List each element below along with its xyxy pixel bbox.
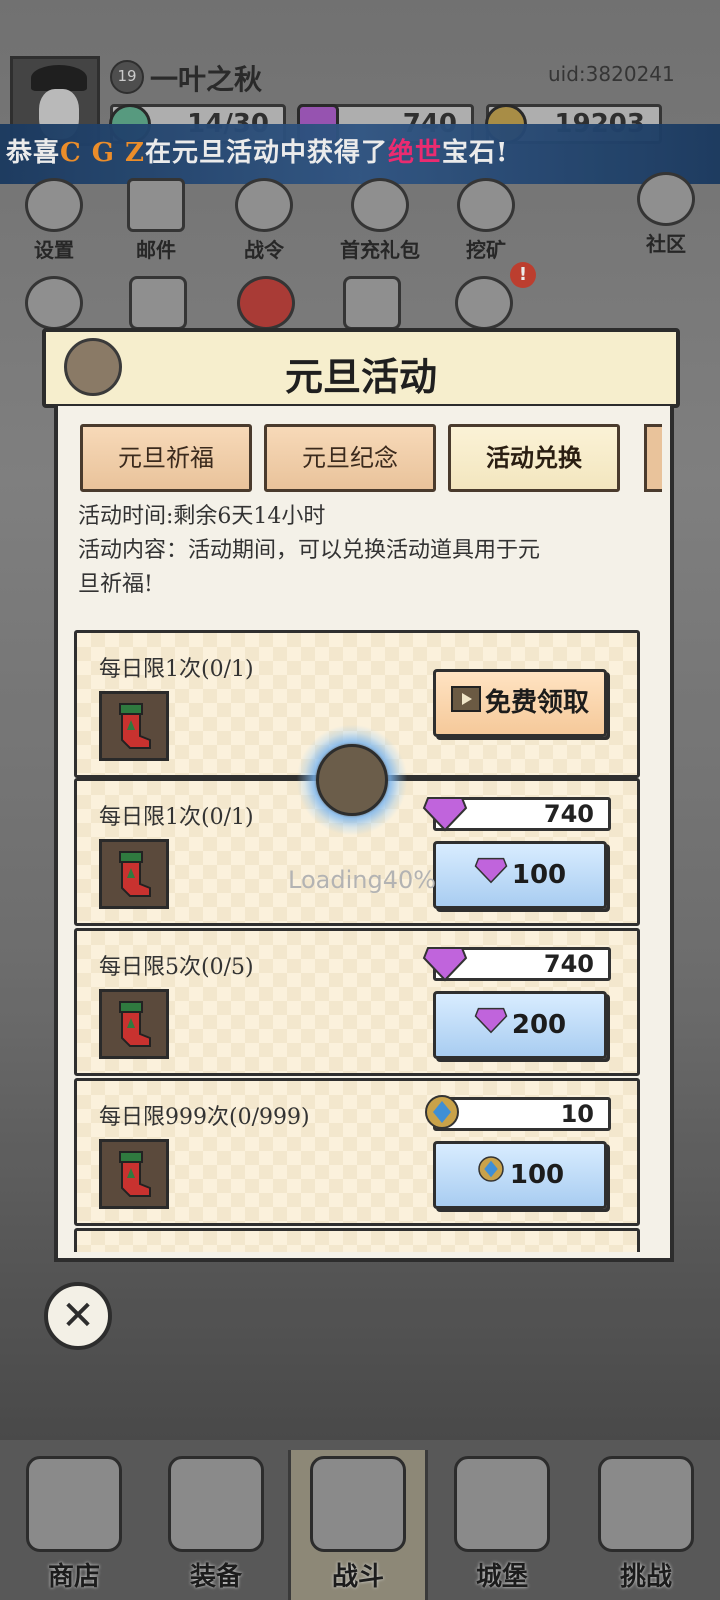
exchange-cost: 100 [509, 1160, 565, 1190]
gem-icon [422, 947, 468, 982]
blue-coin-icon [476, 1145, 506, 1207]
owned-coins-value: 10 [560, 1100, 594, 1128]
stocking-icon [119, 851, 151, 897]
event-content-line1: 活动内容：活动期间，可以兑换活动道具用于元 [78, 538, 541, 563]
stocking-item[interactable] [99, 989, 169, 1059]
tab-new-year-blessing[interactable]: 元旦祈福 [80, 424, 252, 492]
nav-battle[interactable]: 战斗 [288, 1450, 428, 1600]
stocking-icon [119, 1001, 151, 1047]
shield-icon [598, 1456, 694, 1552]
exchange-button[interactable]: 100 [433, 1141, 607, 1209]
nav-challenge[interactable]: 挑战 [576, 1450, 716, 1600]
castle-icon [454, 1456, 550, 1552]
nav-castle-label: 城堡 [475, 1562, 528, 1592]
eye-emblem-icon [316, 744, 388, 816]
backpack-icon [168, 1456, 264, 1552]
dialog-title: 元旦活动 [284, 354, 437, 399]
stocking-item[interactable] [99, 691, 169, 761]
video-icon [450, 673, 481, 735]
loading-text: Loading40% [288, 866, 437, 894]
exchange-limit: 每日限1次(0/1) [99, 657, 254, 682]
event-content-line2: 旦祈福! [78, 572, 153, 597]
tab-new-year-memorial[interactable]: 元旦纪念 [264, 424, 436, 492]
exchange-list[interactable]: 每日限1次(0/1) 免费领取 每日限1次(0/1) 740 100 每日限5次… [72, 626, 644, 1252]
gem-icon [422, 797, 468, 832]
close-button[interactable]: ✕ [44, 1282, 112, 1350]
gem-icon [474, 845, 508, 907]
nav-battle-label: 战斗 [331, 1562, 384, 1592]
exchange-limit: 每日限1次(0/1) [99, 805, 254, 830]
owned-gems: 740 [422, 947, 611, 982]
nav-equipment-label: 装备 [189, 1562, 242, 1592]
loading-spinner [296, 724, 408, 836]
gem-icon [474, 995, 508, 1057]
exchange-card-partial [74, 1228, 640, 1252]
exchange-cost: 200 [511, 1010, 567, 1040]
owned-gems-value: 740 [543, 800, 594, 828]
exchange-card: 每日限999次(0/999) 10 100 [74, 1078, 640, 1226]
blue-coin-icon [425, 1095, 459, 1129]
stocking-icon [119, 1151, 151, 1197]
stocking-item[interactable] [99, 1139, 169, 1209]
crossed-swords-icon [310, 1456, 406, 1552]
exchange-limit: 每日限5次(0/5) [99, 955, 254, 980]
owned-coins: 10 [425, 1095, 611, 1131]
dialog-title-bar: 元旦活动 [42, 328, 680, 408]
nav-shop-label: 商店 [47, 1562, 100, 1592]
stocking-icon [119, 703, 151, 749]
nav-castle[interactable]: 城堡 [432, 1450, 572, 1600]
close-icon: ✕ [61, 1293, 95, 1339]
tab-next-peek[interactable] [644, 424, 662, 492]
stocking-item[interactable] [99, 839, 169, 909]
exchange-button[interactable]: 100 [433, 841, 607, 909]
free-claim-label: 免费领取 [484, 688, 589, 718]
exchange-card: 每日限5次(0/5) 740 200 [74, 928, 640, 1076]
event-time: 活动时间:剩余6天14小时 [78, 504, 326, 529]
nav-shop[interactable]: 商店 [4, 1450, 144, 1600]
owned-gems: 740 [422, 797, 611, 832]
shop-icon [26, 1456, 122, 1552]
free-claim-button[interactable]: 免费领取 [433, 669, 607, 737]
exchange-limit: 每日限999次(0/999) [99, 1105, 310, 1130]
tab-event-exchange[interactable]: 活动兑换 [448, 424, 620, 492]
nav-challenge-label: 挑战 [619, 1562, 672, 1592]
owned-gems-value: 740 [543, 950, 594, 978]
exchange-cost: 100 [511, 860, 567, 890]
nav-equipment[interactable]: 装备 [146, 1450, 286, 1600]
exchange-button[interactable]: 200 [433, 991, 607, 1059]
